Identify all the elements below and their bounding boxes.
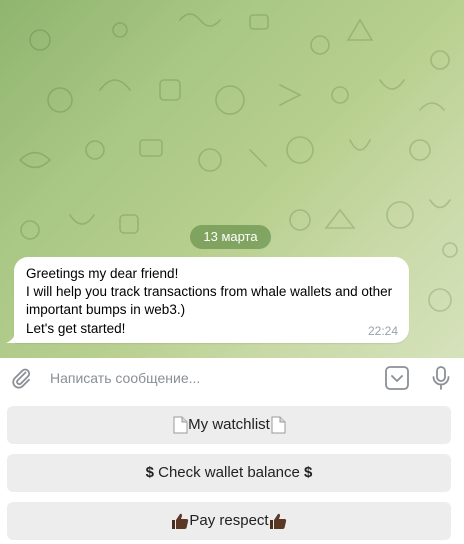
message-time: 22:24 (367, 324, 398, 338)
button-label: Check wallet balance (158, 464, 300, 482)
my-watchlist-button[interactable]: My watchlist (7, 406, 451, 444)
chat-area: 13 марта Greetings my dear friend! I wil… (0, 0, 464, 358)
dollar-sign-icon: $ (299, 464, 313, 482)
microphone-icon[interactable] (429, 364, 453, 392)
page-icon (173, 416, 188, 434)
message-input[interactable]: Написать сообщение... (50, 370, 200, 386)
date-separator: 13 марта (190, 225, 271, 249)
message-bubble: Greetings my dear friend! I will help yo… (14, 257, 409, 343)
thumbs-up-icon (269, 513, 286, 530)
dollar-sign-icon: $ (145, 464, 159, 482)
paperclip-icon[interactable] (9, 366, 33, 390)
message-line: I will help you track transactions from … (26, 284, 393, 300)
page-icon (271, 416, 286, 434)
thumbs-up-icon (172, 513, 189, 530)
check-wallet-balance-button[interactable]: $ Check wallet balance $ (7, 454, 451, 492)
bot-keyboard: My watchlist $ Check wallet balance $ Pa… (0, 398, 464, 544)
bot-keyboard-icon[interactable] (384, 365, 410, 391)
pay-respect-button[interactable]: Pay respect (7, 502, 451, 540)
button-label: My watchlist (188, 416, 270, 434)
message-line: important bumps in web3.) (26, 302, 186, 318)
message-line: Let's get started! (26, 320, 126, 336)
message-line: Greetings my dear friend! (26, 266, 179, 281)
message-composer: Написать сообщение... (0, 358, 464, 398)
button-label: Pay respect (189, 512, 269, 530)
